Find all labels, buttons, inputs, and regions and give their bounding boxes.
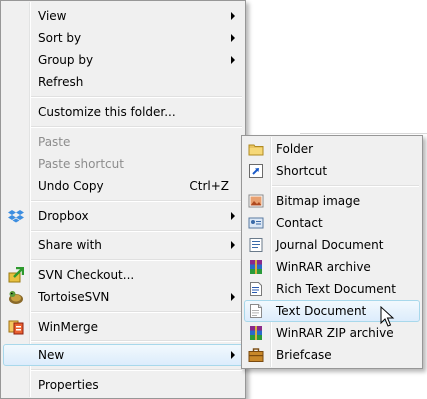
context-menu: View Sort by Group by Refresh Customize … [0,0,246,399]
menu-item-properties[interactable]: Properties [3,374,243,396]
submenu-arrow-icon [231,212,235,220]
menu-item-label: Shortcut [276,164,328,178]
new-item-winrar-archive[interactable]: WinRAR archive [244,256,420,278]
menu-item-new[interactable]: New [3,344,243,366]
submenu-arrow-icon [231,293,235,301]
journal-icon [248,237,264,253]
menu-item-label: Bitmap image [276,194,361,208]
menu-separator [31,126,242,128]
tortoisesvn-icon [8,289,24,305]
new-item-bitmap-image[interactable]: Bitmap image [244,190,420,212]
menu-item-customize-folder[interactable]: Customize this folder... [3,101,243,123]
menu-item-label: Group by [38,53,94,67]
menu-item-label: Paste [38,135,71,149]
menu-item-label: TortoiseSVN [38,290,110,304]
menu-item-label: Briefcase [276,348,332,362]
new-item-briefcase[interactable]: Briefcase [244,344,420,366]
menu-item-undo-copy[interactable]: Undo Copy Ctrl+Z [3,175,243,197]
menu-item-group-by[interactable]: Group by [3,49,243,71]
menu-item-label: Contact [276,216,323,230]
submenu-arrow-icon [231,12,235,20]
menu-separator [31,311,242,313]
menu-item-label: View [38,9,67,23]
new-item-journal-document[interactable]: Journal Document [244,234,420,256]
shortcut-icon [248,163,264,179]
mouse-pointer-icon [380,305,396,328]
menu-separator [31,230,242,232]
menu-item-paste[interactable]: Paste [3,131,243,153]
menu-separator [31,200,242,202]
menu-item-label: New [38,348,65,362]
submenu-arrow-icon [231,34,235,42]
menu-item-sort-by[interactable]: Sort by [3,27,243,49]
submenu-arrow-icon [231,241,235,249]
submenu-arrow-icon [231,351,235,359]
new-item-contact[interactable]: Contact [244,212,420,234]
menu-item-label: Properties [38,378,99,392]
menu-item-label: Customize this folder... [38,105,176,119]
menu-item-label: Journal Document [276,238,384,252]
menu-item-share-with[interactable]: Share with [3,234,243,256]
winrar-icon [248,259,264,275]
menu-item-label: Undo Copy [38,179,104,193]
menu-item-tortoisesvn[interactable]: TortoiseSVN [3,286,243,308]
submenu-arrow-icon [231,56,235,64]
dropbox-icon [8,208,24,224]
menu-separator [31,340,242,342]
new-item-shortcut[interactable]: Shortcut [244,160,420,182]
bitmap-icon [248,193,264,209]
background-window-divider [300,133,427,134]
folder-icon [248,141,264,157]
briefcase-icon [248,347,264,363]
menu-item-label: Dropbox [38,209,89,223]
new-item-rich-text-document[interactable]: Rich Text Document [244,278,420,300]
menu-item-shortcut: Ctrl+Z [189,179,229,193]
contact-icon [248,215,264,231]
menu-item-label: Text Document [276,304,367,318]
menu-item-label: Sort by [38,31,82,45]
menu-item-label: Rich Text Document [276,282,396,296]
menu-item-paste-shortcut[interactable]: Paste shortcut [3,153,243,175]
menu-item-label: SVN Checkout... [38,268,135,282]
menu-item-dropbox[interactable]: Dropbox [3,205,243,227]
menu-item-label: Paste shortcut [38,157,124,171]
menu-separator [31,369,242,371]
new-submenu: Folder Shortcut Bitmap image Contact Jou… [241,135,423,369]
menu-separator [31,259,242,261]
menu-item-label: Refresh [38,75,84,89]
menu-item-label: WinRAR ZIP archive [276,326,394,340]
menu-item-refresh[interactable]: Refresh [3,71,243,93]
winmerge-icon [8,319,24,335]
menu-item-winmerge[interactable]: WinMerge [3,316,243,338]
menu-item-label: Share with [38,238,102,252]
rtf-icon [248,281,264,297]
menu-item-svn-checkout[interactable]: SVN Checkout... [3,264,243,286]
text-document-icon [248,303,264,319]
menu-item-label: Folder [276,142,314,156]
menu-separator [31,96,242,98]
new-item-folder[interactable]: Folder [244,138,420,160]
menu-item-view[interactable]: View [3,5,243,27]
background-faded-text [312,126,392,133]
svn-checkout-icon [8,266,25,283]
winrar-zip-icon [248,325,264,341]
menu-item-label: WinMerge [38,320,98,334]
menu-item-label: WinRAR archive [276,260,371,274]
menu-separator [272,185,419,187]
